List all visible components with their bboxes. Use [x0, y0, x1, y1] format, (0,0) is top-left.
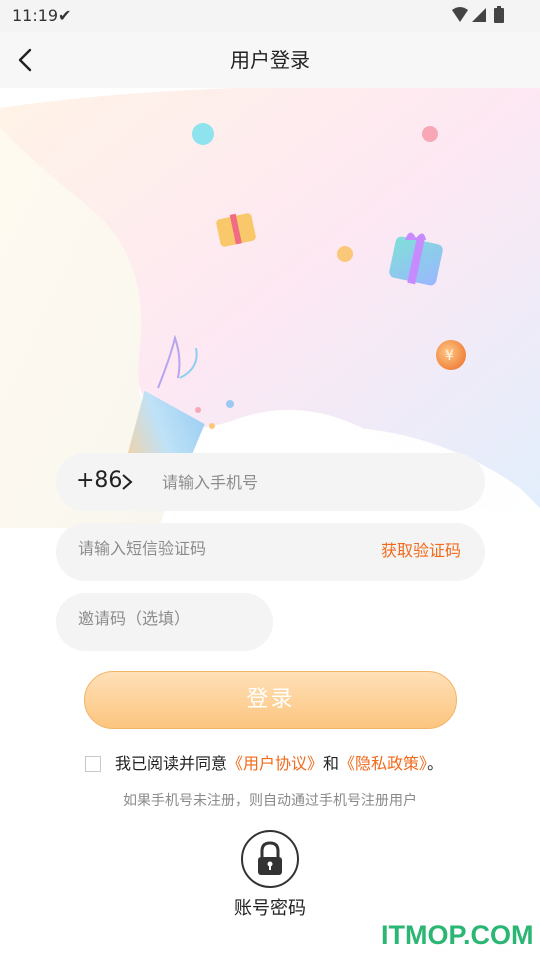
chevron-right-icon[interactable] [120, 471, 134, 493]
invite-code-field [56, 593, 273, 651]
login-button[interactable]: 登录 [84, 671, 457, 729]
svg-text:¥: ¥ [445, 348, 454, 364]
battery-icon [494, 8, 504, 23]
status-icons [452, 6, 504, 23]
status-bar: 11:19 ✔ [0, 0, 540, 32]
sms-code-input[interactable] [76, 533, 350, 563]
get-code-button[interactable]: 获取验证码 [381, 523, 461, 579]
chevron-left-icon[interactable] [12, 46, 40, 74]
account-login-button[interactable] [241, 830, 299, 888]
checkmark-download-icon: ✔ [58, 6, 72, 25]
lock-icon [258, 841, 282, 875]
country-code-selector[interactable]: +86 [76, 453, 122, 509]
page-title: 用户登录 [230, 48, 310, 72]
app-header: 用户登录 [0, 32, 540, 88]
wifi-icon [452, 7, 468, 22]
invite-code-input[interactable] [76, 603, 260, 633]
agreement-prefix: 我已阅读并同意 [115, 754, 228, 773]
signal-icon [472, 8, 486, 22]
coin-icon: ¥ [436, 340, 466, 370]
site-watermark: ITMOP.COM [381, 920, 534, 950]
agreement-text: 我已阅读并同意《用户协议》和《隐私政策》。 [115, 751, 443, 777]
status-time: 11:19 [12, 6, 59, 25]
agreement-checkbox[interactable] [85, 756, 101, 772]
privacy-policy-link[interactable]: 《隐私政策》 [339, 754, 427, 773]
phone-input[interactable] [160, 467, 464, 497]
agreement-suffix: 。 [427, 754, 444, 773]
user-agreement-link[interactable]: 《用户协议》 [227, 754, 323, 773]
registration-note: 如果手机号未注册，则自动通过手机号注册用户 [123, 793, 417, 809]
sms-code-field: 获取验证码 [56, 523, 485, 581]
phone-field: +86 [56, 453, 485, 511]
account-login-label: 账号密码 [234, 898, 306, 919]
agreement-conjunction: 和 [323, 754, 340, 773]
